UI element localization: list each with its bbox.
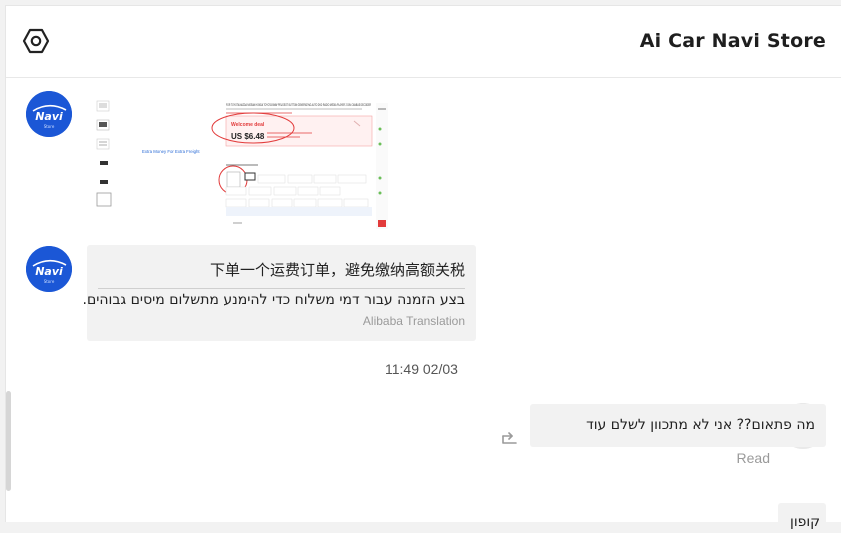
deal-label: Welcome deal	[231, 122, 265, 128]
store-title: Ai Car Navi Store	[639, 30, 826, 52]
scrollbar[interactable]	[6, 391, 11, 491]
store-message-bubble[interactable]: 下单一个运费订单，避免缴纳高额关税 בצע הזמנה עבור דמי משל…	[83, 245, 476, 341]
deal-price: US $6.48	[231, 132, 265, 141]
message-timestamp: 11:49 02/03	[385, 361, 458, 377]
translated-text: בצע הזמנה עבור דמי משלוח כדי להימנע מתשל…	[82, 292, 466, 308]
avatar-sub-text: Store	[44, 124, 55, 129]
read-status: Read	[736, 450, 770, 466]
user-message-text: מה פתאום?? אני לא מתכוון לשלם עוד	[586, 417, 815, 433]
original-text: 下单一个运费订单，避免缴纳高额关税	[209, 261, 465, 279]
hexagon-settings-icon[interactable]	[21, 26, 51, 56]
translation-credit: Alibaba Translation	[362, 314, 465, 328]
chat-window: Ai Car Navi Store Navi Store Extra Money…	[5, 5, 841, 533]
chat-header: Ai Car Navi Store	[6, 6, 841, 78]
user-message-bubble[interactable]: מה פתאום?? אני לא מתכוון לשלם עוד	[530, 404, 826, 447]
avatar-brand-text: Navi	[35, 265, 63, 278]
promo-text: Extra Money For Extra Freight	[142, 149, 200, 154]
reply-arrow-icon[interactable]	[500, 427, 520, 447]
translation-divider	[98, 288, 465, 289]
avatar-brand-text: Navi	[35, 110, 63, 123]
user-message-text: קופון	[790, 514, 821, 530]
product-screenshot-image[interactable]: Extra Money For Extra Freight FOR TOYOTA…	[92, 95, 388, 229]
avatar-sub-text: Store	[44, 279, 55, 284]
product-title-text: FOR TOYOTA MAZDA NISSAN HONDA TOYOTA BMW…	[226, 103, 371, 107]
store-avatar[interactable]: Navi Store	[26, 91, 72, 137]
store-avatar[interactable]: Navi Store	[26, 246, 72, 292]
user-message-bubble[interactable]: קופון	[778, 503, 826, 533]
